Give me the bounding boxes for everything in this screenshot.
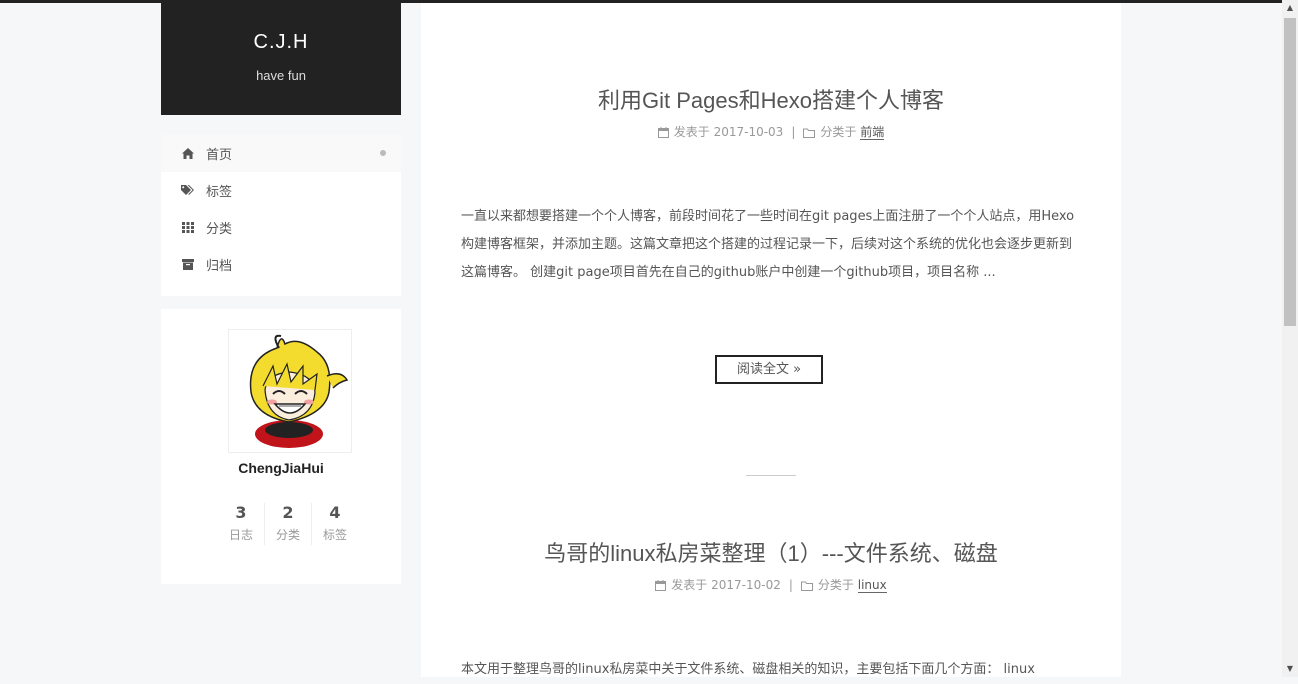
author-panel: ChengJiaHui 3 日志 2 分类 4 标签 (161, 309, 401, 584)
site-brand: C.J.H have fun (161, 3, 401, 115)
menu-item-label: 归档 (206, 259, 233, 274)
archive-icon (181, 258, 195, 272)
post-date: 发表于 2017-10-02 (671, 578, 781, 592)
calendar-icon (655, 580, 667, 594)
read-more-button[interactable]: 阅读全文 » (715, 355, 823, 384)
scroll-thumb[interactable] (1284, 18, 1296, 326)
author-name: ChengJiaHui (238, 460, 324, 476)
folder-icon (800, 580, 813, 594)
category-prefix: 分类于 (820, 125, 857, 139)
menu-item-tags[interactable]: 标签 (161, 172, 401, 209)
scroll-down-arrow-icon[interactable]: ▼ (1282, 661, 1298, 677)
post-title[interactable]: 利用Git Pages和Hexo搭建个人博客 (421, 83, 1121, 115)
category-link[interactable]: 前端 (860, 125, 885, 140)
site-nav: 首页 标签 分类 归档 (161, 135, 401, 296)
menu-item-label: 首页 (206, 148, 233, 163)
category-link[interactable]: linux (857, 578, 887, 593)
calendar-icon (657, 127, 669, 141)
stat-posts[interactable]: 3 日志 (218, 503, 264, 545)
menu-item-archives[interactable]: 归档 (161, 246, 401, 283)
stat-label: 日志 (228, 528, 253, 542)
stat-tags[interactable]: 4 标签 (311, 503, 358, 545)
main-content: 利用Git Pages和Hexo搭建个人博客 发表于 2017-10-03 | 分… (421, 3, 1121, 677)
home-icon (181, 147, 195, 161)
category-prefix: 分类于 (817, 578, 854, 592)
post-meta: 发表于 2017-10-03 | 分类于 前端 (421, 123, 1121, 141)
post-title[interactable]: 鸟哥的linux私房菜整理（1）---文件系统、磁盘 (421, 536, 1121, 568)
site-subtitle: have fun (256, 68, 306, 83)
menu-item-home[interactable]: 首页 (161, 135, 401, 172)
scrollbar[interactable]: ▲ ▼ (1282, 0, 1298, 677)
post-excerpt: 一直以来都想要搭建一个个人博客，前段时间花了一些时间在git pages上面注册… (461, 209, 1075, 280)
tags-icon (181, 184, 195, 198)
folder-icon (803, 127, 816, 141)
menu-item-label: 标签 (206, 185, 233, 200)
menu-item-label: 分类 (206, 222, 233, 237)
stat-label: 分类 (275, 528, 300, 542)
avatar (228, 329, 352, 453)
stat-count: 3 (235, 503, 247, 522)
post-meta: 发表于 2017-10-02 | 分类于 linux (421, 576, 1121, 594)
stat-count: 4 (329, 503, 341, 522)
stat-categories[interactable]: 2 分类 (264, 503, 311, 545)
meta-divider: | (791, 125, 796, 139)
site-stats: 3 日志 2 分类 4 标签 (218, 503, 358, 545)
post-excerpt: 本文用于整理鸟哥的linux私房菜中关于文件系统、磁盘相关的知识，主要包括下面几… (461, 662, 1035, 677)
scroll-up-arrow-icon[interactable]: ▲ (1282, 0, 1298, 16)
site-title[interactable]: C.J.H (161, 31, 401, 54)
post-date: 发表于 2017-10-03 (673, 125, 784, 139)
th-icon (181, 221, 195, 235)
stat-label: 标签 (322, 528, 347, 542)
active-indicator (380, 150, 386, 156)
menu-item-categories[interactable]: 分类 (161, 209, 401, 246)
post-divider (746, 475, 796, 476)
stat-count: 2 (282, 503, 294, 522)
meta-divider: | (788, 578, 793, 592)
